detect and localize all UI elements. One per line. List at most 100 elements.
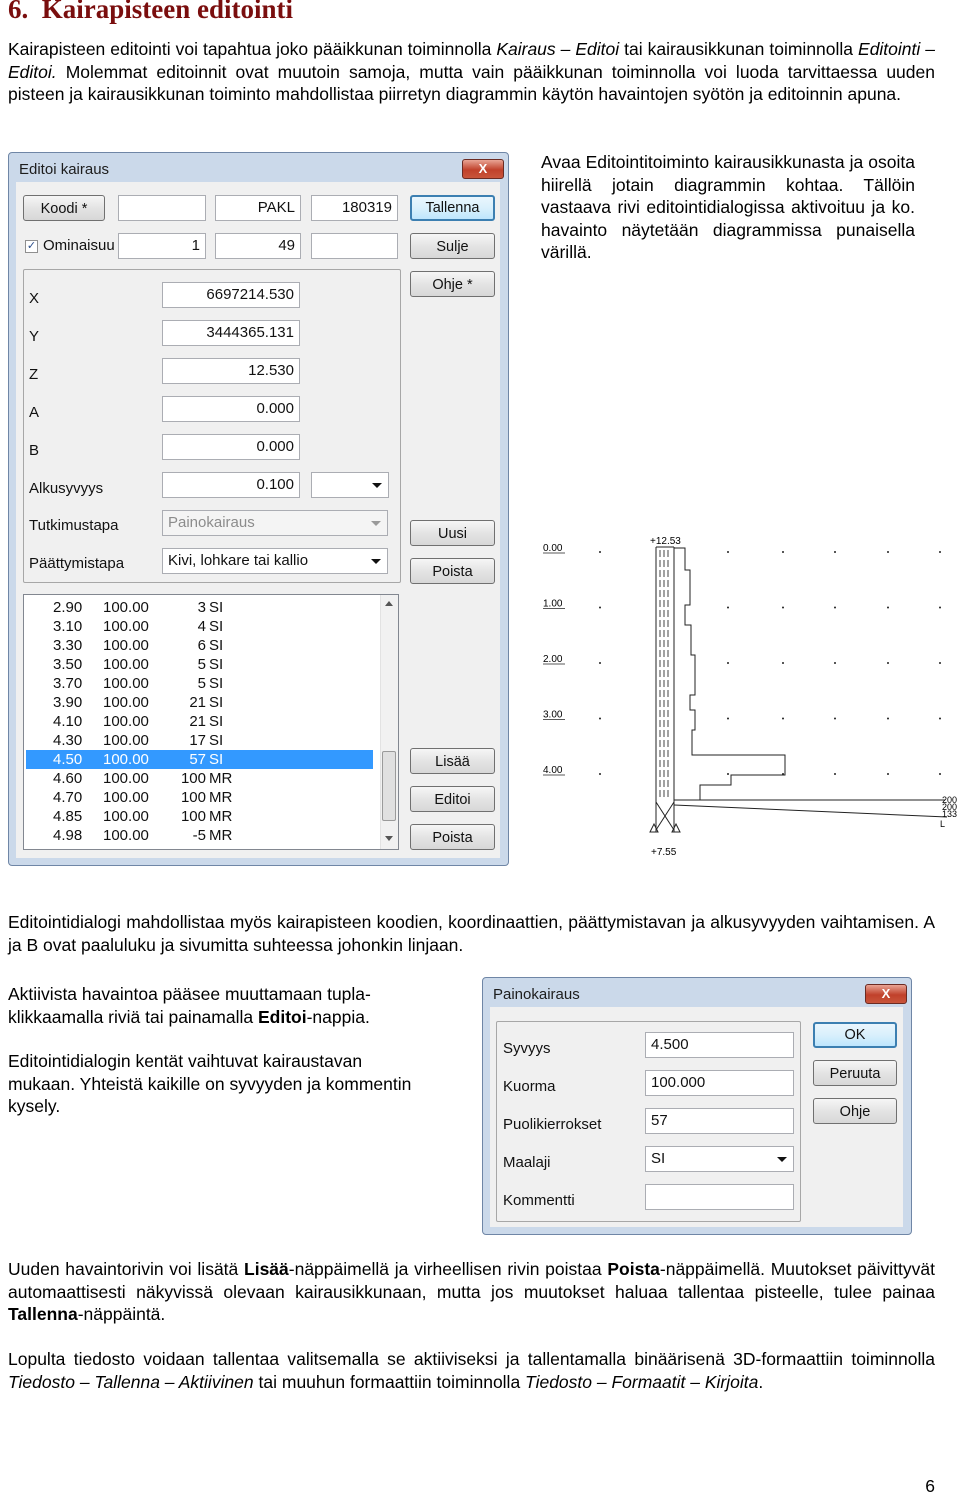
row-type: SI	[209, 732, 224, 749]
tutkimustapa-select[interactable]: Painokairaus	[162, 510, 388, 536]
grid-dot	[887, 773, 889, 775]
grid-dot	[782, 662, 784, 664]
row-load: 100.00	[103, 789, 149, 806]
editoi-button[interactable]: Editoi	[410, 786, 495, 812]
grid-dot	[939, 773, 941, 775]
table-row[interactable]: 3.90 100.00 21 SI	[26, 693, 373, 712]
ominaisuus-checkbox[interactable]: ✓	[25, 240, 38, 253]
coord-field-1[interactable]: 3444365.131	[162, 320, 300, 346]
coord-field-0[interactable]: 6697214.530	[162, 282, 300, 308]
chevron-down-icon	[372, 483, 382, 488]
alkusyvyys-dropdown[interactable]	[311, 472, 389, 498]
left-text-2: -nappia.	[306, 1006, 370, 1027]
poista-point-button[interactable]: Poista	[410, 558, 495, 584]
save-menu-path-1: Tiedosto – Tallenna – Aktiivinen	[8, 1371, 254, 1392]
paino-field-2[interactable]: 57	[645, 1108, 794, 1134]
row-count: 17	[189, 732, 206, 749]
property-field-1[interactable]: 1	[118, 233, 206, 259]
paino-label-4: Kommentti	[503, 1192, 575, 1209]
row-load: 100.00	[103, 637, 149, 654]
scroll-down-icon[interactable]	[385, 836, 393, 841]
table-row[interactable]: 4.60 100.00 100 MR	[26, 769, 373, 788]
coord-field-3[interactable]: 0.000	[162, 396, 300, 422]
ohje-button[interactable]: Ohje *	[410, 271, 495, 297]
scroll-up-icon[interactable]	[385, 601, 393, 606]
paino-label-1: Kuorma	[503, 1078, 556, 1095]
row-load: 100.00	[103, 808, 149, 825]
grid-dot	[782, 551, 784, 553]
sounding-diagram[interactable]: 0.001.002.003.004.00 +12.53 +7.55 200 20…	[535, 530, 960, 860]
list-scrollbar[interactable]	[380, 595, 398, 849]
editing-dialog-paragraph: Editointidialogi mahdollistaa myös kaira…	[8, 912, 935, 955]
ok-button[interactable]: OK	[813, 1022, 897, 1048]
row-count: 5	[197, 675, 206, 692]
table-row[interactable]: 2.90 100.00 3 SI	[26, 598, 373, 617]
end-bracket-label: L	[940, 819, 945, 829]
table-row[interactable]: 3.10 100.00 4 SI	[26, 617, 373, 636]
table-row[interactable]: 3.50 100.00 5 SI	[26, 655, 373, 674]
property-field-3[interactable]	[311, 233, 398, 259]
table-row[interactable]: 3.70 100.00 5 SI	[26, 674, 373, 693]
coord-label-3: A	[29, 404, 40, 421]
top-elevation-label: +12.53	[650, 536, 681, 547]
grid-dot	[599, 717, 601, 720]
scroll-thumb[interactable]	[382, 751, 396, 821]
grid-dot	[834, 717, 836, 720]
poista-row-button[interactable]: Poista	[410, 824, 495, 850]
row-type: SI	[209, 656, 224, 673]
coord-field-4[interactable]: 0.000	[162, 434, 300, 460]
code-field-3[interactable]: 180319	[311, 195, 398, 221]
add-text-2: -näppäimellä ja virheellisen rivin poist…	[288, 1259, 608, 1279]
grid-dot	[834, 606, 836, 609]
koodi-button[interactable]: Koodi *	[23, 195, 105, 221]
observation-list[interactable]: 2.90 100.00 3 SI 3.10 100.00 4 SI 3.30 100.00 6 SI 3…	[23, 594, 399, 850]
tallenna-button[interactable]: Tallenna	[410, 195, 495, 221]
paino-field-4[interactable]	[645, 1184, 794, 1210]
table-row[interactable]: 3.30 100.00 6 SI	[26, 636, 373, 655]
table-row[interactable]: 4.98 100.00 -5 MR	[26, 826, 373, 845]
grid-dot	[599, 606, 601, 609]
grid-dot	[939, 717, 941, 720]
row-depth: 2.90	[53, 599, 83, 616]
sulje-button[interactable]: Sulje	[410, 233, 495, 259]
table-row[interactable]: 4.10 100.00 21 SI	[26, 712, 373, 731]
grid-dot	[834, 662, 836, 664]
paino-value-1: 100.000	[651, 1074, 706, 1091]
paattymistapa-select[interactable]: Kivi, lohkare tai kallio	[162, 548, 388, 574]
uusi-button[interactable]: Uusi	[410, 520, 495, 546]
add-bold-lisaa: Lisää	[244, 1259, 289, 1279]
row-count: 5	[197, 656, 206, 673]
property-field-2[interactable]: 49	[215, 233, 301, 259]
grid-dot	[599, 773, 601, 775]
grid-dot	[939, 551, 941, 553]
grid-dot	[887, 717, 889, 720]
coord-field-2[interactable]: 12.530	[162, 358, 300, 384]
close-icon[interactable]: X	[865, 984, 907, 1004]
coord-field-5[interactable]: 0.100	[162, 472, 300, 498]
row-depth: 3.10	[53, 618, 83, 635]
table-row[interactable]: 4.70 100.00 100 MR	[26, 788, 373, 807]
paino-field-3[interactable]: SI	[645, 1146, 794, 1172]
paino-field-0[interactable]: 4.500	[645, 1032, 794, 1058]
peruuta-button[interactable]: Peruuta	[813, 1060, 897, 1086]
lisaa-button[interactable]: Lisää	[410, 748, 495, 774]
row-depth: 4.30	[53, 732, 83, 749]
code-field-1[interactable]	[118, 195, 206, 221]
close-icon[interactable]: X	[462, 159, 504, 179]
paino-field-1[interactable]: 100.000	[645, 1070, 794, 1096]
row-type: MR	[209, 770, 233, 787]
intro-text-2: tai kairausikkunan toiminnolla	[619, 39, 859, 59]
bottom-elevation-label: +7.55	[651, 847, 677, 858]
depth-label: 0.00	[543, 543, 563, 554]
row-count: 100	[180, 770, 206, 787]
paino-value-3: SI	[651, 1150, 666, 1167]
table-row[interactable]: 4.50 100.00 57 SI	[26, 750, 373, 769]
table-row[interactable]: 4.30 100.00 17 SI	[26, 731, 373, 750]
table-row[interactable]: 4.85 100.00 100 MR	[26, 807, 373, 826]
row-count: 21	[189, 713, 206, 730]
row-load: 100.00	[103, 675, 149, 692]
ohje-button[interactable]: Ohje	[813, 1098, 897, 1124]
code-field-2[interactable]: PAKL	[215, 195, 301, 221]
paino-value-2: 57	[651, 1112, 668, 1129]
save-text-2: tai muuhun formaattiin toiminnolla	[253, 1371, 526, 1392]
